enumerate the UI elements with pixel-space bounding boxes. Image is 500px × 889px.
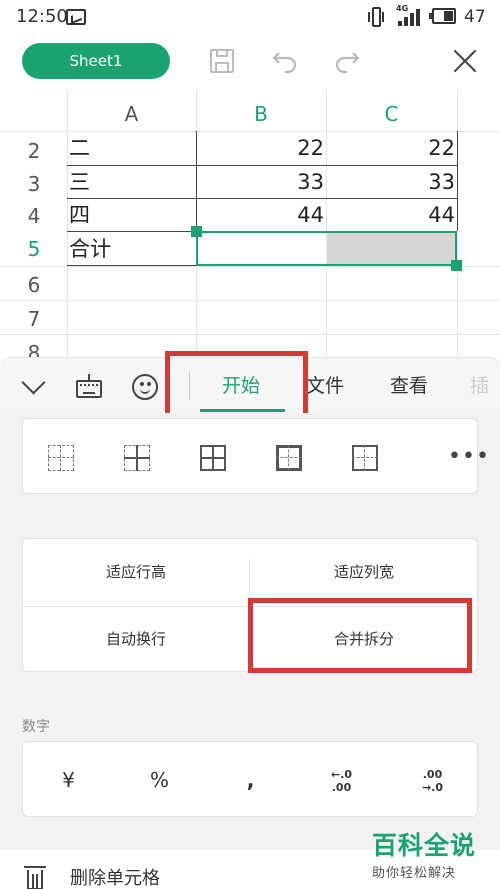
more-icon[interactable]: ••• xyxy=(448,446,490,468)
row-header-4[interactable]: 4 xyxy=(0,199,68,233)
selection-handle-start[interactable] xyxy=(191,226,202,237)
cell-a4[interactable]: 四 xyxy=(69,198,90,232)
watermark-main: 百科全说 xyxy=(372,831,477,860)
number-format-card: ¥ % , ←.0 .00 .00 →.0 xyxy=(22,741,478,817)
row-header-2[interactable]: 2 xyxy=(0,134,68,168)
border-inner-icon[interactable] xyxy=(124,445,150,471)
border-outer-thick-icon[interactable] xyxy=(276,445,302,471)
currency-format-button[interactable]: ¥ xyxy=(23,742,114,818)
column-header-a[interactable]: A xyxy=(67,90,196,130)
redo-icon[interactable] xyxy=(330,44,364,78)
cell-a5[interactable]: 合计 xyxy=(69,232,111,266)
column-header-c[interactable]: C xyxy=(326,90,457,130)
tab-insert[interactable]: 插 xyxy=(470,358,489,414)
cell-c2[interactable]: 22 xyxy=(327,131,455,165)
close-icon[interactable] xyxy=(448,44,482,78)
border-style-card: ••• xyxy=(22,418,489,494)
thousands-format-button[interactable]: , xyxy=(205,742,296,818)
top-toolbar: Sheet1 xyxy=(0,34,500,90)
wrap-text-button[interactable]: 自动换行 xyxy=(23,606,249,672)
watermark: 百科全说 助你轻松解决 xyxy=(372,826,492,881)
border-none-icon[interactable] xyxy=(48,445,74,471)
increase-decimal-button[interactable]: ←.0 .00 xyxy=(296,742,387,818)
status-time: 12:50 xyxy=(16,6,68,27)
collapse-icon[interactable] xyxy=(20,372,50,402)
border-outer-icon[interactable] xyxy=(352,445,378,471)
decrease-decimal-button[interactable]: .00 →.0 xyxy=(387,742,478,818)
save-icon[interactable] xyxy=(205,44,239,78)
cell-a3[interactable]: 三 xyxy=(69,165,90,199)
cell-b3[interactable]: 33 xyxy=(197,165,324,199)
cell-c3[interactable]: 33 xyxy=(327,165,455,199)
battery-icon xyxy=(429,8,456,24)
message-icon xyxy=(66,9,86,25)
row-header-6[interactable]: 6 xyxy=(0,268,68,302)
spreadsheet-grid[interactable]: A B C 2 3 4 5 6 7 8 二 22 22 三 33 33 四 44… xyxy=(0,90,500,360)
column-header-b[interactable]: B xyxy=(196,90,326,130)
watermark-sub: 助你轻松解决 xyxy=(372,866,457,881)
cell-b4[interactable]: 44 xyxy=(197,198,324,232)
row-header-3[interactable]: 3 xyxy=(0,167,68,201)
undo-icon[interactable] xyxy=(268,44,302,78)
vibrate-icon xyxy=(368,7,384,27)
fit-column-width-button[interactable]: 适应列宽 xyxy=(251,539,477,605)
percent-format-button[interactable]: % xyxy=(114,742,205,818)
delete-cell-label: 删除单元格 xyxy=(70,868,160,889)
trash-icon xyxy=(24,866,46,889)
keyboard-icon[interactable] xyxy=(74,372,104,402)
signal-icon xyxy=(398,8,422,26)
cell-b2[interactable]: 22 xyxy=(197,131,324,165)
number-section-label: 数字 xyxy=(22,719,50,735)
cell-c4[interactable]: 44 xyxy=(327,198,455,232)
face-icon[interactable] xyxy=(130,372,160,402)
status-bar: 12:50 4G 47 xyxy=(0,0,500,34)
tab-file[interactable]: 文件 xyxy=(306,358,344,414)
selection-handle-end[interactable] xyxy=(451,260,462,271)
highlight-box-merge xyxy=(248,598,472,673)
app-screen: 12:50 4G 47 Sheet1 A B C 2 3 4 5 6 7 8 二… xyxy=(0,0,500,889)
border-all-icon[interactable] xyxy=(200,445,226,471)
selection-range[interactable] xyxy=(196,231,457,266)
sheet-name-button[interactable]: Sheet1 xyxy=(22,43,170,79)
tab-view[interactable]: 查看 xyxy=(390,358,428,414)
row-header-7[interactable]: 7 xyxy=(0,302,68,336)
row-header-5[interactable]: 5 xyxy=(0,232,68,266)
fit-row-height-button[interactable]: 适应行高 xyxy=(23,539,249,605)
battery-level: 47 xyxy=(464,7,486,27)
cell-a2[interactable]: 二 xyxy=(69,131,90,165)
